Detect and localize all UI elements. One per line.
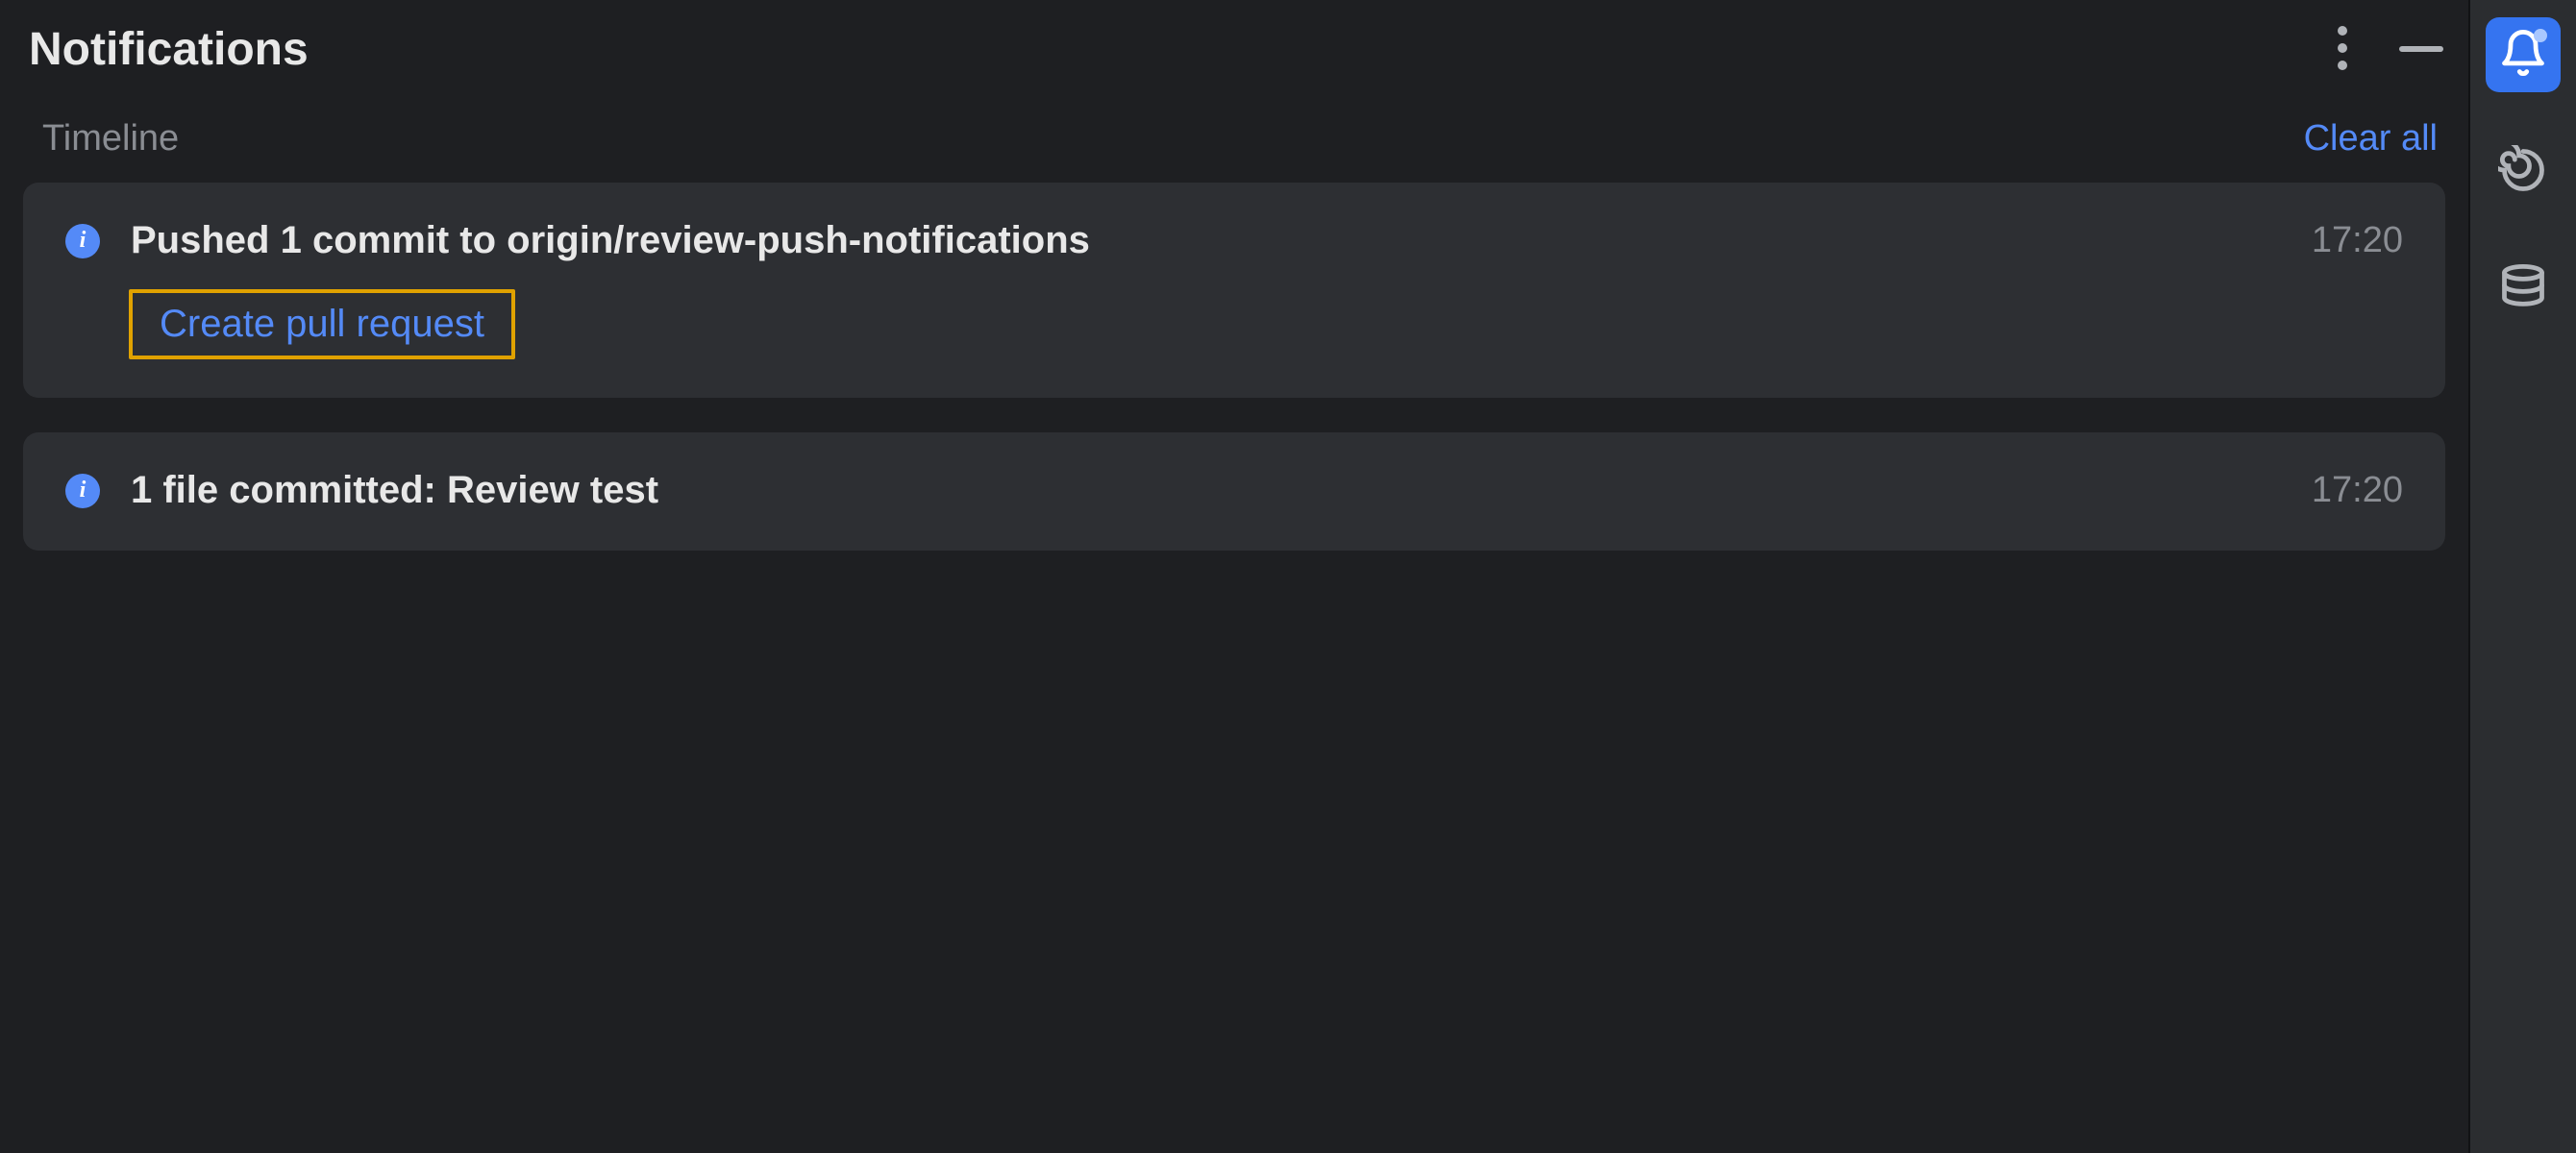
notifications-list: i Pushed 1 commit to origin/review-push-… [0, 183, 2468, 551]
create-pull-request-link[interactable]: Create pull request [129, 289, 515, 359]
notifications-rail-button[interactable] [2486, 17, 2561, 92]
right-tool-rail [2470, 0, 2576, 1153]
notification-item[interactable]: i Pushed 1 commit to origin/review-push-… [23, 183, 2445, 398]
notification-time: 17:20 [2312, 470, 2403, 511]
info-icon: i [65, 224, 100, 258]
header-actions [2330, 19, 2449, 80]
clear-all-button[interactable]: Clear all [2304, 118, 2438, 159]
database-rail-button[interactable] [2486, 252, 2561, 327]
minimize-icon [2399, 42, 2443, 57]
notification-title: 1 file committed: Review test [131, 469, 2281, 512]
notifications-panel: Notifications Timeline Clear all [0, 0, 2470, 1153]
database-icon [2498, 262, 2548, 317]
timeline-label: Timeline [42, 118, 179, 159]
notification-item[interactable]: i 1 file committed: Review test 17:20 [23, 432, 2445, 551]
notification-time: 17:20 [2312, 220, 2403, 261]
minimize-button[interactable] [2393, 37, 2449, 62]
panel-header: Notifications [0, 19, 2468, 118]
app-root: Notifications Timeline Clear all [0, 0, 2576, 1153]
info-icon: i [65, 474, 100, 508]
panel-subheader: Timeline Clear all [0, 118, 2468, 183]
notification-title: Pushed 1 commit to origin/review-push-no… [131, 219, 2281, 262]
spiral-rail-button[interactable] [2486, 135, 2561, 209]
notification-header-row: i Pushed 1 commit to origin/review-push-… [65, 219, 2403, 262]
panel-title: Notifications [29, 23, 309, 76]
notification-indicator-dot [2534, 29, 2547, 42]
more-options-button[interactable] [2330, 19, 2355, 80]
notification-header-row: i 1 file committed: Review test 17:20 [65, 469, 2403, 512]
spiral-icon [2498, 145, 2548, 200]
kebab-menu-icon [2336, 25, 2349, 74]
